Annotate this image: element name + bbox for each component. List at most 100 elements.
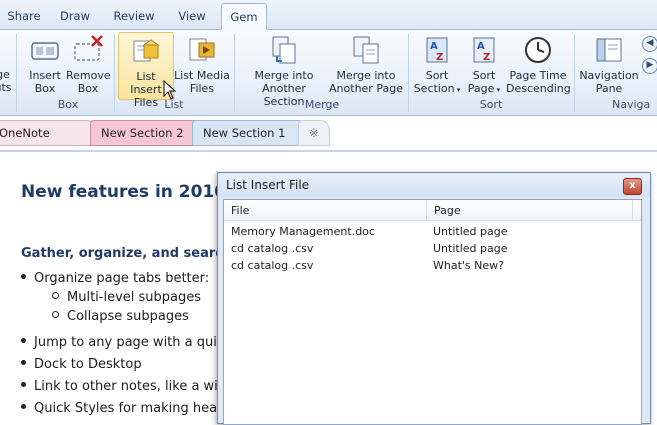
section-tab-new-section-1[interactable]: New Section 1 — [192, 120, 308, 146]
page-cell: Untitled page — [433, 225, 508, 238]
sort-page-icon: A Z — [468, 34, 500, 66]
navigation-pane-label-1: Navigation — [579, 69, 639, 82]
page-heading: Gather, organize, and search — [21, 246, 233, 261]
group-separator — [114, 34, 115, 112]
dialog-title: List Insert File — [226, 178, 310, 192]
tab-review[interactable]: Review — [106, 0, 162, 29]
sort-page-button[interactable]: A Z Sort Page ▾ — [462, 32, 506, 98]
section-tab-bar: OneNote Guide New Section 2 New Section … — [0, 116, 657, 164]
group-separator — [408, 34, 409, 112]
bullet-text: Organize page tabs better: — [34, 271, 210, 286]
partial-left-label-bottom: uts — [0, 81, 12, 94]
bullet-item: Multi-level subpages — [52, 290, 201, 305]
remove-box-button[interactable]: Remove Box — [66, 32, 111, 98]
list-media-files-label-2: Files — [189, 82, 215, 95]
insert-box-label-1: Insert — [29, 69, 61, 82]
page-title: New features in 2010: — [21, 182, 233, 202]
sort-section-icon: A Z — [421, 34, 453, 66]
group-separator — [234, 34, 235, 112]
bullet-item: Dock to Desktop — [21, 357, 142, 372]
bullet-text: Collapse subpages — [67, 309, 189, 324]
merge-page-label-2: Another Page — [329, 82, 403, 95]
hollow-bullet-icon — [52, 311, 59, 318]
bullet-item: Quick Styles for making headin — [21, 401, 237, 416]
navigation-pane-button[interactable]: Navigation Pane — [578, 32, 640, 98]
insert-box-label-2: Box — [34, 82, 56, 95]
forward-arrow-icon[interactable]: ▶ — [642, 58, 657, 74]
back-arrow-icon[interactable]: ◀ — [642, 36, 657, 52]
bullet-text: Jump to any page with a quick s — [34, 335, 243, 350]
merge-section-icon — [268, 34, 300, 66]
insert-box-button[interactable]: Insert Box — [24, 32, 66, 98]
bullet-icon — [21, 274, 26, 279]
page-time-descending-button[interactable]: Page Time Descending — [506, 32, 571, 98]
sort-page-label-1: Sort — [472, 69, 496, 82]
tab-share[interactable]: Share — [2, 0, 46, 29]
tab-draw[interactable]: Draw — [50, 0, 100, 29]
hollow-bullet-icon — [52, 292, 59, 299]
file-cell: cd catalog .csv — [231, 242, 314, 255]
bullet-text: Quick Styles for making headin — [34, 401, 238, 416]
partial-left-button[interactable]: ge uts — [0, 68, 12, 98]
group-separator — [574, 34, 575, 112]
svg-text:Z: Z — [436, 52, 443, 63]
section-tab-onenote-guide[interactable]: OneNote Guide — [0, 120, 96, 164]
merge-another-section-button[interactable]: Merge into Another Section — [240, 32, 328, 108]
tab-view[interactable]: View — [168, 0, 216, 29]
page-cell: Untitled page — [433, 242, 508, 255]
list-header: File Page — [224, 200, 641, 221]
close-icon[interactable]: x — [623, 178, 642, 195]
svg-text:A: A — [477, 41, 485, 52]
insert-box-icon — [29, 34, 61, 66]
file-cell: cd catalog .csv — [231, 259, 314, 272]
bullet-icon — [21, 404, 26, 409]
group-label-navigation: Naviga — [612, 98, 651, 111]
group-label-sort: Sort — [479, 98, 503, 111]
bullet-icon — [21, 360, 26, 365]
group-label-merge: Merge — [304, 98, 340, 111]
list-insert-file-dialog: List Insert File x File Page Memory Mana… — [217, 172, 651, 425]
navigation-pane-label-2: Pane — [595, 82, 623, 95]
sort-page-label-2: Page — [467, 82, 495, 95]
page-time-label-2: Descending — [506, 82, 571, 95]
list-media-files-button[interactable]: List Media Files — [174, 32, 230, 98]
tab-gem[interactable]: Gem — [221, 3, 267, 31]
column-header-file[interactable]: File — [224, 200, 426, 220]
sort-section-button[interactable]: A Z Sort Section ▾ — [412, 32, 462, 98]
list-media-files-icon — [186, 34, 218, 66]
chevron-down-icon: ▾ — [494, 86, 501, 94]
file-list-view[interactable]: File Page Memory Management.doc Untitled… — [223, 199, 642, 425]
group-label-box: Box — [57, 98, 79, 111]
column-header-page[interactable]: Page — [427, 200, 634, 220]
list-insert-files-icon — [130, 35, 162, 67]
table-row[interactable]: cd catalog .csv What's New? — [224, 258, 641, 275]
group-separator — [16, 34, 17, 112]
bullet-icon — [21, 382, 26, 387]
column-divider[interactable] — [632, 200, 633, 220]
sort-section-label-1: Sort — [425, 69, 449, 82]
table-row[interactable]: cd catalog .csv Untitled page — [224, 241, 641, 258]
navigation-pane-icon — [593, 34, 625, 66]
ribbon-tab-strip: Share Draw Review View Gem — [0, 0, 657, 31]
bullet-icon — [21, 338, 26, 343]
sort-section-label-2: Section — [413, 82, 455, 95]
file-cell: Memory Management.doc — [231, 225, 375, 238]
bullet-item: Link to other notes, like a wiki — [21, 379, 229, 394]
merge-another-page-button[interactable]: Merge into Another Page — [328, 32, 404, 98]
new-section-icon[interactable]: ※ — [298, 120, 330, 146]
chevron-down-icon: ▾ — [454, 86, 461, 94]
bullet-item: Jump to any page with a quick s — [21, 335, 242, 350]
merge-page-icon — [350, 34, 382, 66]
bullet-text: Link to other notes, like a wiki — [34, 379, 229, 394]
page-cell: What's New? — [433, 259, 504, 272]
mouse-cursor-icon — [163, 80, 177, 100]
remove-box-label-2: Box — [77, 82, 99, 95]
dialog-title-bar[interactable]: List Insert File x — [218, 173, 650, 197]
section-tab-new-section-2[interactable]: New Section 2 — [90, 120, 206, 146]
clock-icon — [522, 34, 554, 66]
bullet-item: Organize page tabs better: — [21, 271, 209, 286]
table-row[interactable]: Memory Management.doc Untitled page — [224, 224, 641, 241]
partial-left-label-top: ge — [0, 68, 10, 81]
ribbon: ge uts Insert Box Remove Box Box List In… — [0, 30, 657, 116]
bullet-text: Multi-level subpages — [67, 290, 202, 305]
